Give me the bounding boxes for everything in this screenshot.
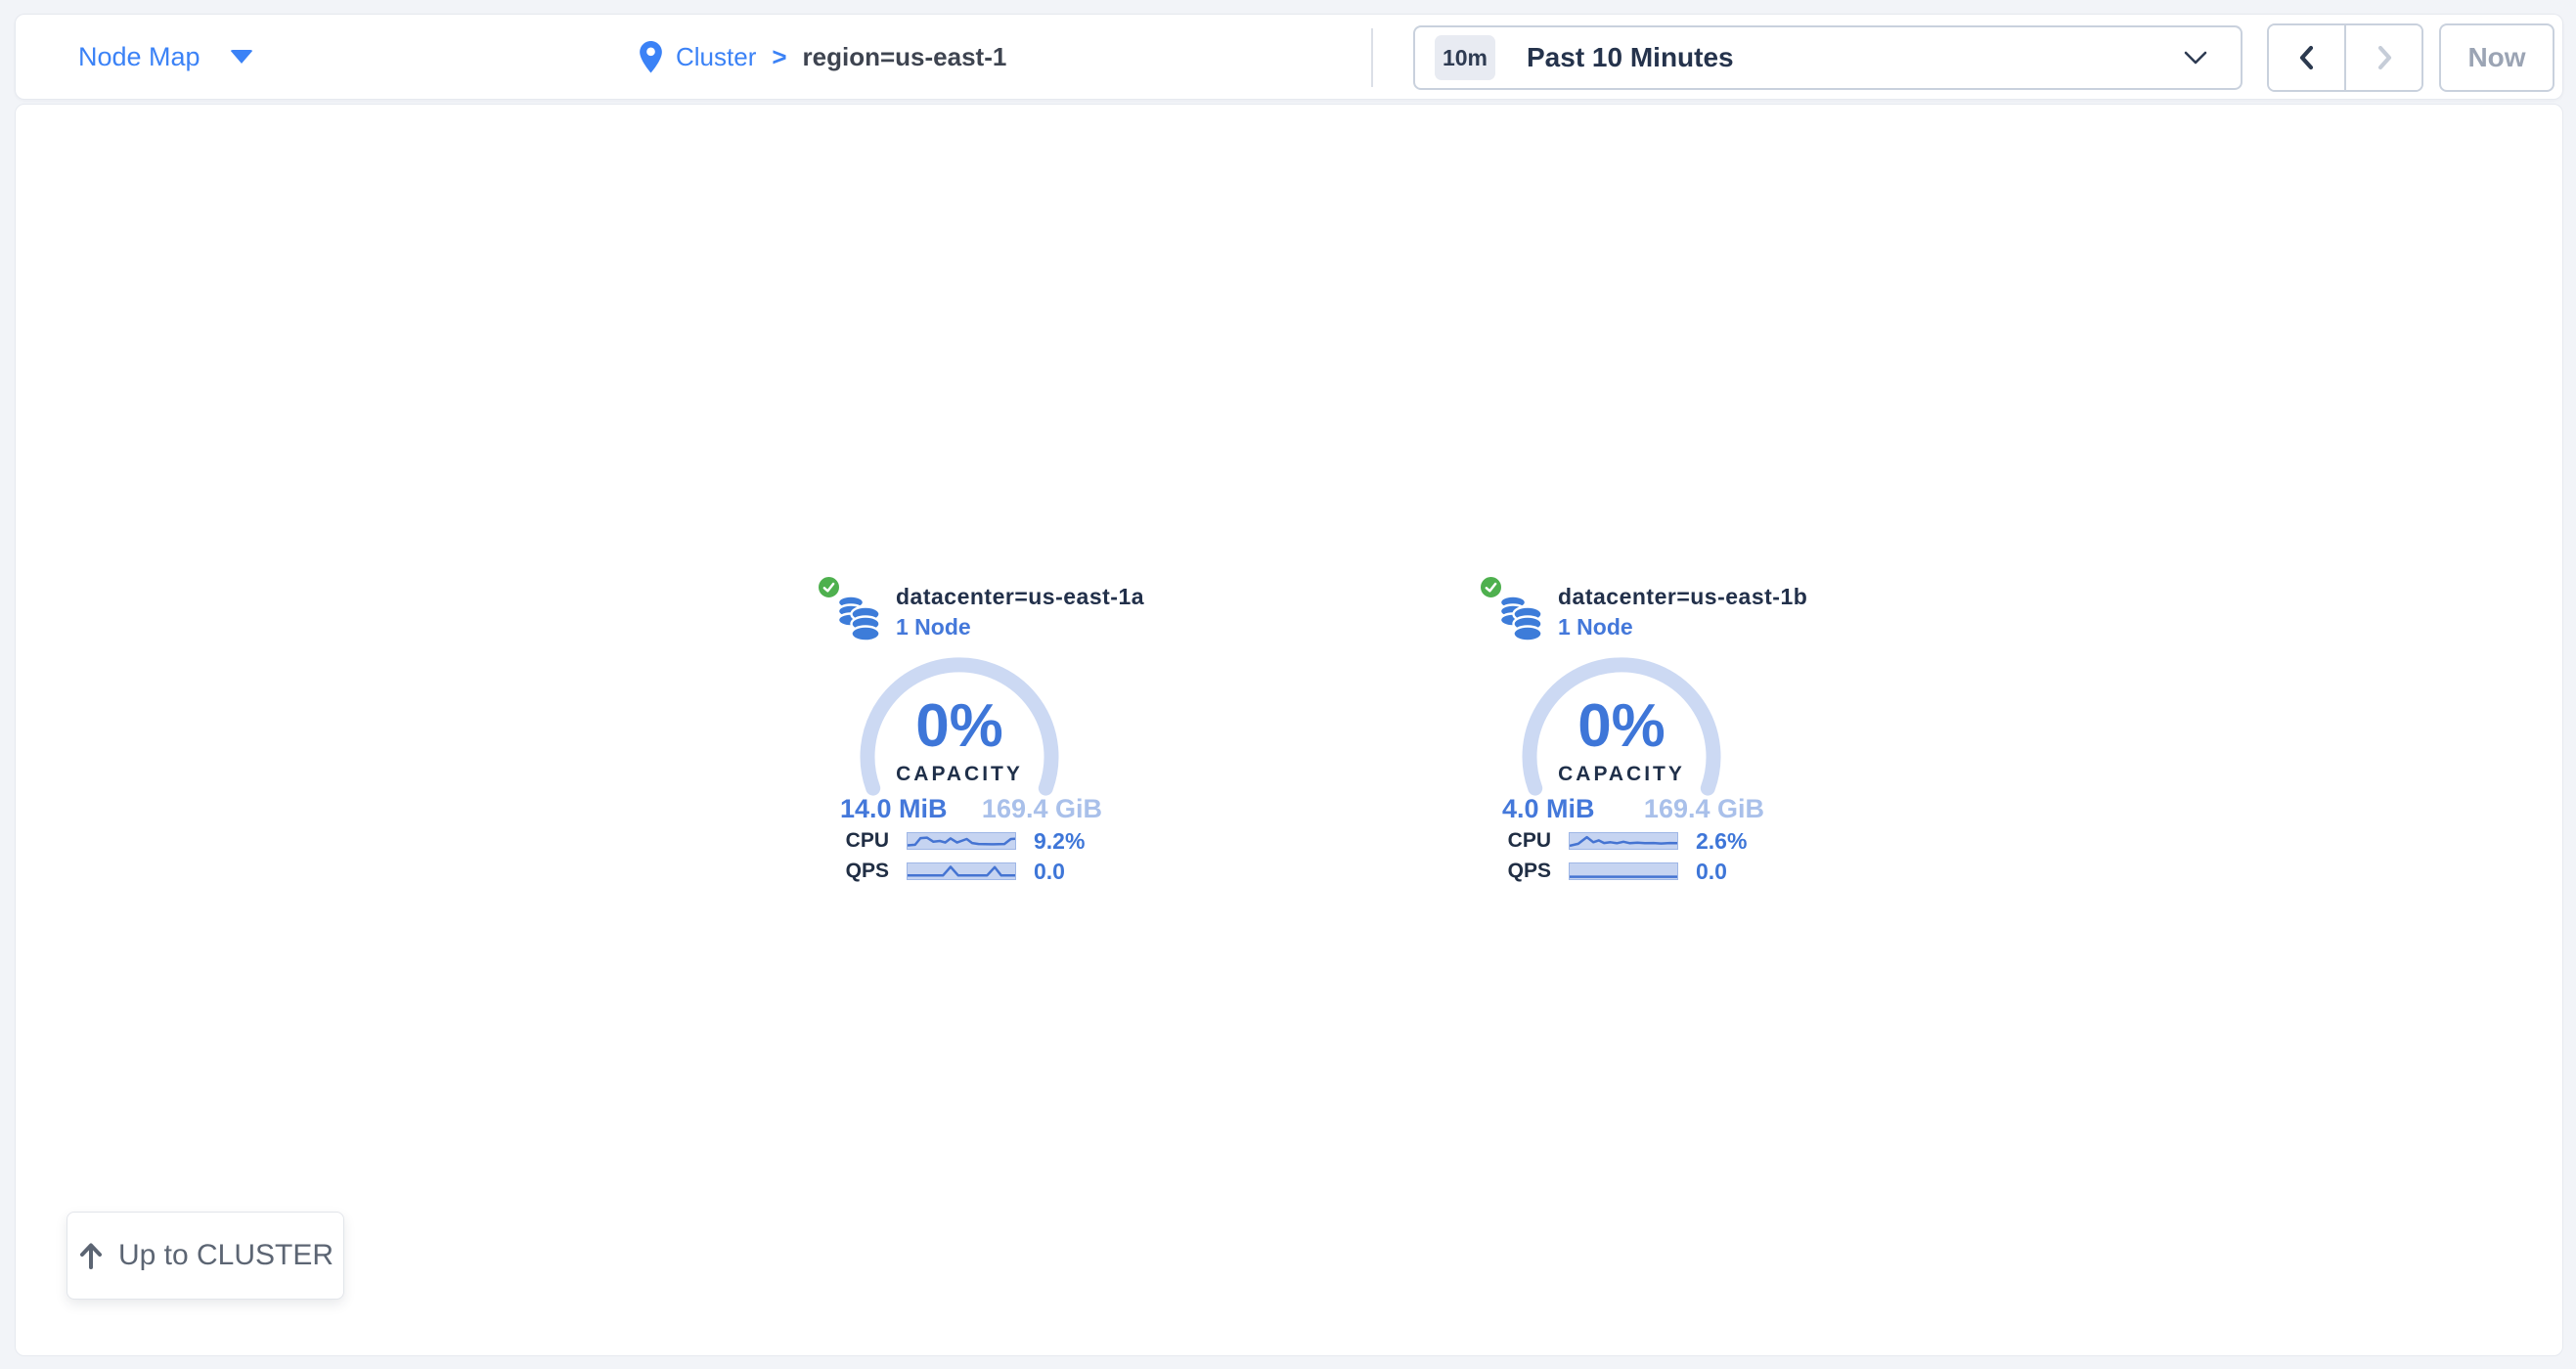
capacity-used: 4.0 MiB — [1502, 794, 1595, 824]
metric-label: QPS — [1483, 860, 1551, 883]
qps-sparkline — [1569, 862, 1678, 880]
metric-row-cpu: CPU 9.2% — [821, 831, 1126, 851]
time-prev-button[interactable] — [2269, 25, 2346, 90]
metric-label: CPU — [1483, 829, 1551, 853]
qps-sparkline — [907, 862, 1016, 880]
locality-card-us-east-1b[interactable]: datacenter=us-east-1b 1 Node 0% CAPACITY… — [1483, 573, 1788, 901]
metric-value: 0.0 — [1696, 859, 1727, 885]
caret-down-icon — [230, 50, 253, 64]
now-button[interactable]: Now — [2439, 23, 2554, 92]
breadcrumb-separator: > — [772, 42, 786, 72]
capacity-percent: 0% — [1483, 696, 1760, 757]
breadcrumb-current: region=us-east-1 — [803, 42, 1007, 72]
node-map-canvas: datacenter=us-east-1a 1 Node 0% CAPACITY… — [15, 104, 2563, 1356]
up-to-cluster-label: Up to CLUSTER — [118, 1239, 333, 1272]
locality-node-count[interactable]: 1 Node — [1558, 613, 1633, 640]
breadcrumb: Cluster > region=us-east-1 — [640, 15, 1006, 99]
topbar: Node Map Cluster > region=us-east-1 10m … — [15, 14, 2563, 100]
metric-label: CPU — [821, 829, 889, 853]
locality-title: datacenter=us-east-1b — [1558, 583, 1807, 610]
capacity-total: 169.4 GiB — [1644, 794, 1764, 824]
time-nav-group — [2267, 23, 2423, 92]
capacity-caption: CAPACITY — [1483, 763, 1760, 786]
cpu-sparkline — [1569, 832, 1678, 850]
metric-row-qps: QPS 0.0 — [1483, 861, 1788, 881]
up-to-cluster-button[interactable]: Up to CLUSTER — [67, 1212, 344, 1300]
metric-value: 0.0 — [1034, 859, 1065, 885]
metric-value: 2.6% — [1696, 828, 1747, 855]
topbar-divider — [1371, 28, 1373, 87]
chevron-down-icon — [2184, 51, 2207, 65]
capacity-values: 4.0 MiB 169.4 GiB — [1502, 794, 1764, 824]
metric-row-cpu: CPU 2.6% — [1483, 831, 1788, 851]
chevron-right-icon — [2372, 43, 2397, 72]
cpu-sparkline — [907, 832, 1016, 850]
location-pin-icon — [640, 41, 662, 73]
time-window-label: Past 10 Minutes — [1527, 42, 1734, 73]
metric-label: QPS — [821, 860, 889, 883]
view-selector-label: Node Map — [78, 42, 200, 72]
database-stack-icon — [834, 593, 883, 643]
capacity-percent: 0% — [821, 696, 1098, 757]
locality-title: datacenter=us-east-1a — [896, 583, 1144, 610]
locality-node-count[interactable]: 1 Node — [896, 613, 971, 640]
node-map-page: Node Map Cluster > region=us-east-1 10m … — [0, 0, 2576, 1369]
breadcrumb-cluster-link[interactable]: Cluster — [676, 42, 756, 72]
time-window-dropdown[interactable]: 10m Past 10 Minutes — [1413, 25, 2243, 90]
chevron-left-icon — [2294, 43, 2320, 72]
metric-value: 9.2% — [1034, 828, 1085, 855]
metric-row-qps: QPS 0.0 — [821, 861, 1126, 881]
capacity-used: 14.0 MiB — [840, 794, 948, 824]
capacity-values: 14.0 MiB 169.4 GiB — [840, 794, 1102, 824]
time-next-button[interactable] — [2346, 25, 2421, 90]
arrow-up-icon — [77, 1241, 105, 1270]
time-window-badge: 10m — [1435, 35, 1495, 80]
locality-card-us-east-1a[interactable]: datacenter=us-east-1a 1 Node 0% CAPACITY… — [821, 573, 1126, 901]
capacity-caption: CAPACITY — [821, 763, 1098, 786]
view-selector-dropdown[interactable]: Node Map — [78, 15, 253, 99]
database-stack-icon — [1496, 593, 1545, 643]
capacity-total: 169.4 GiB — [982, 794, 1102, 824]
